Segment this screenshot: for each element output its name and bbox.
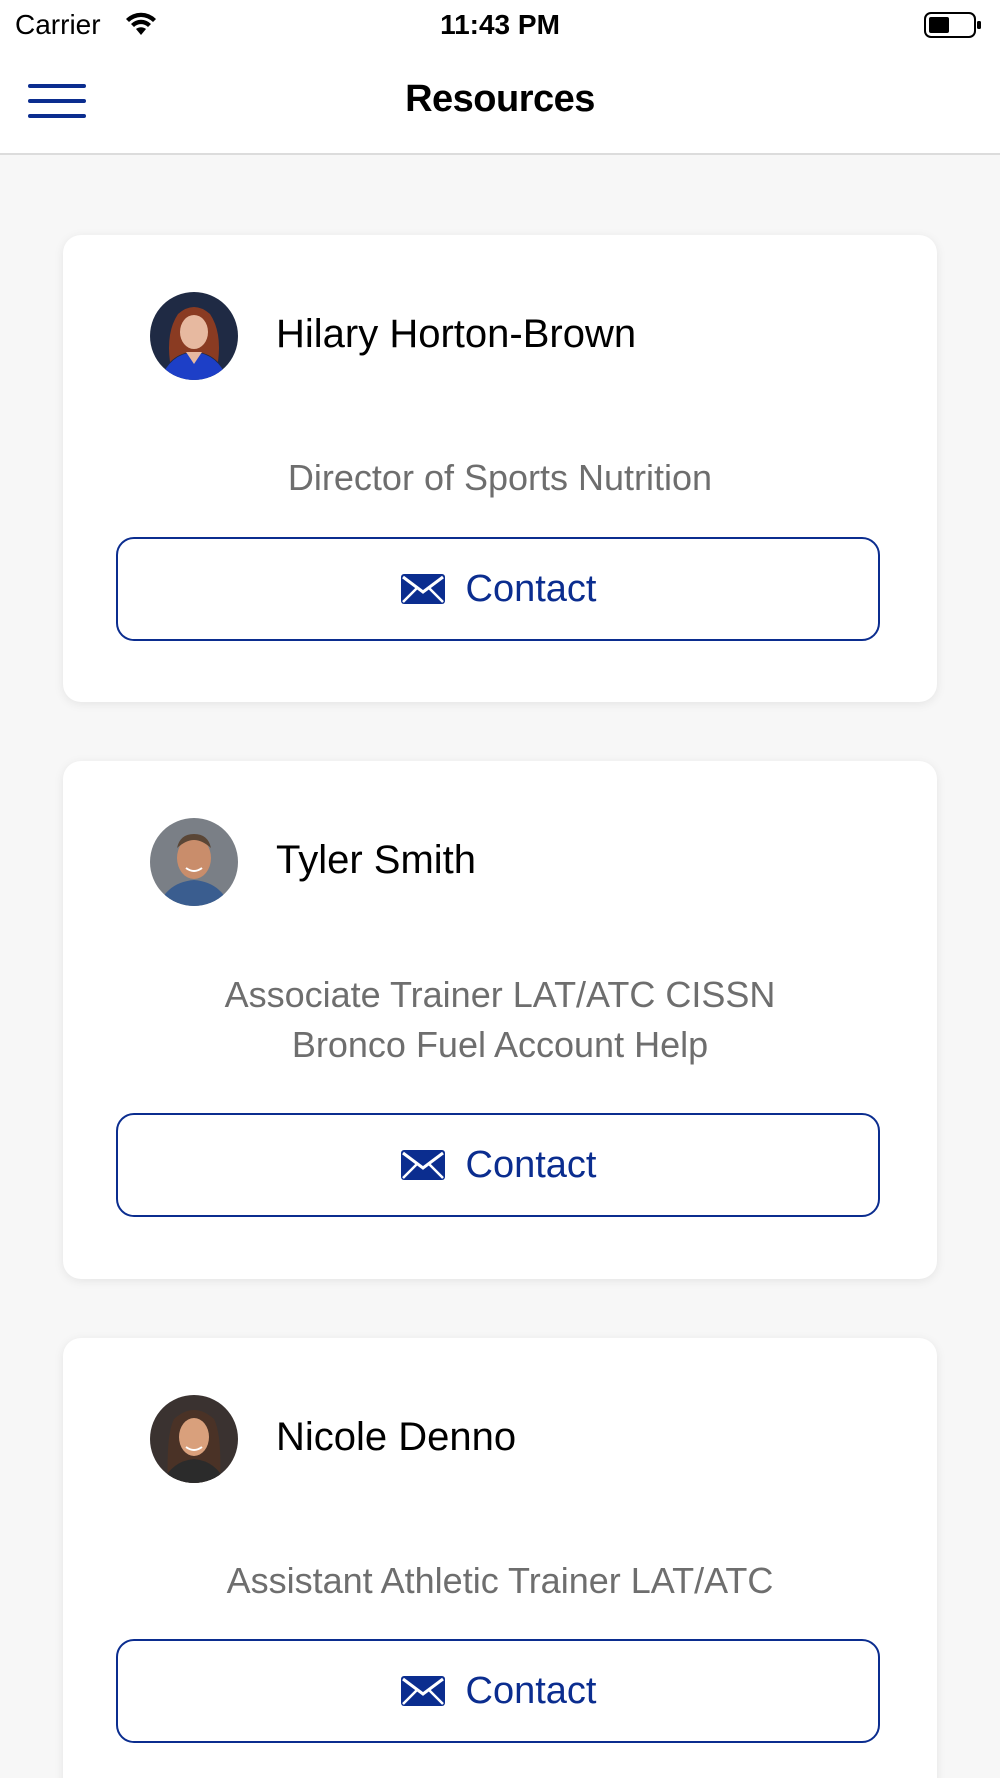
navigation-bar: Resources [0, 50, 1000, 155]
avatar [150, 292, 238, 380]
contact-button[interactable]: Contact [116, 537, 880, 641]
person-name: Nicole Denno [276, 1415, 517, 1459]
contact-button[interactable]: Contact [116, 1113, 880, 1217]
avatar [150, 1395, 238, 1483]
mail-icon [400, 1676, 445, 1706]
role-line: Associate Trainer LAT/ATC CISSN [224, 974, 776, 1015]
resource-card: Hilary Horton-Brown Director of Sports N… [63, 235, 937, 702]
status-bar: Carrier 11:43 PM [0, 0, 1000, 50]
page-title: Resources [405, 78, 595, 120]
mail-icon [400, 1150, 445, 1180]
battery-icon [924, 12, 981, 38]
status-time: 11:43 PM [440, 9, 560, 40]
person-name: Tyler Smith [276, 838, 477, 882]
contact-button[interactable]: Contact [116, 1639, 880, 1743]
person-role: Associate Trainer LAT/ATC CISSN Bronco F… [63, 970, 937, 1070]
contact-label: Contact [465, 1143, 597, 1186]
person-name: Hilary Horton-Brown [276, 312, 637, 356]
resource-card: Tyler Smith Associate Trainer LAT/ATC CI… [63, 761, 937, 1279]
person-role: Assistant Athletic Trainer LAT/ATC [63, 1556, 937, 1606]
role-line: Assistant Athletic Trainer LAT/ATC [226, 1560, 774, 1601]
contact-label: Contact [465, 567, 597, 610]
role-line: Director of Sports Nutrition [287, 457, 713, 498]
role-line: Bronco Fuel Account Help [291, 1024, 709, 1065]
resource-card: Nicole Denno Assistant Athletic Trainer … [63, 1338, 937, 1778]
avatar [150, 818, 238, 906]
resources-list[interactable]: Hilary Horton-Brown Director of Sports N… [0, 155, 1000, 1778]
mail-icon [400, 574, 445, 604]
contact-label: Contact [465, 1669, 597, 1712]
person-role: Director of Sports Nutrition [63, 453, 937, 503]
